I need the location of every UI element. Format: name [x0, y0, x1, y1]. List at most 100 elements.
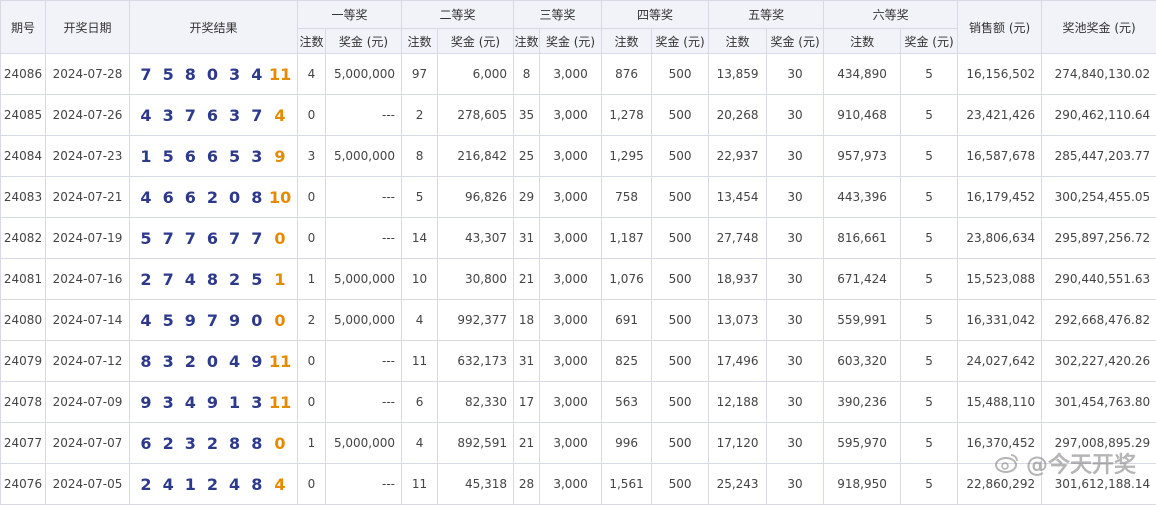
sales-cell: 16,331,042	[958, 300, 1042, 341]
prize1-amount: 5,000,000	[326, 136, 402, 177]
prize4-count: 691	[602, 300, 652, 341]
prize3-amount: 3,000	[540, 218, 602, 259]
result-number: 3	[225, 65, 245, 84]
result-number: 5	[158, 65, 178, 84]
header-pool: 奖池奖金 (元)	[1042, 1, 1156, 54]
prize2-amount: 30,800	[438, 259, 514, 300]
result-number: 6	[202, 229, 222, 248]
result-number: 8	[247, 475, 267, 494]
prize6-amount: 5	[901, 341, 958, 382]
prize1-count: 2	[298, 300, 326, 341]
result-number: 4	[136, 188, 156, 207]
special-number: 0	[269, 434, 291, 453]
prize4-amount: 500	[652, 300, 709, 341]
result-number: 8	[180, 65, 200, 84]
header-count: 注数	[402, 29, 438, 54]
prize5-amount: 30	[767, 95, 824, 136]
result-number: 5	[158, 147, 178, 166]
header-prize6: 六等奖	[824, 1, 958, 29]
date-cell: 2024-07-14	[46, 300, 130, 341]
result-number: 2	[158, 434, 178, 453]
result-number: 4	[180, 393, 200, 412]
result-number: 0	[247, 311, 267, 330]
pool-cell: 285,447,203.77	[1042, 136, 1156, 177]
result-number: 2	[202, 475, 222, 494]
prize5-amount: 30	[767, 218, 824, 259]
prize6-amount: 5	[901, 423, 958, 464]
table-row: 240802024-07-14459790025,000,0004992,377…	[1, 300, 1156, 341]
prize5-count: 12,188	[709, 382, 767, 423]
header-prize4: 四等奖	[602, 1, 709, 29]
prize5-amount: 30	[767, 54, 824, 95]
prize3-amount: 3,000	[540, 136, 602, 177]
result-number: 1	[225, 393, 245, 412]
result-number: 4	[158, 475, 178, 494]
table-row: 240852024-07-2643763740---2278,605353,00…	[1, 95, 1156, 136]
special-number: 1	[269, 270, 291, 289]
prize1-amount: 5,000,000	[326, 54, 402, 95]
prize2-amount: 6,000	[438, 54, 514, 95]
issue-cell: 24084	[1, 136, 46, 177]
prize2-amount: 278,605	[438, 95, 514, 136]
prize6-amount: 5	[901, 136, 958, 177]
result-number: 8	[247, 434, 267, 453]
result-number: 5	[158, 311, 178, 330]
special-number: 4	[269, 475, 291, 494]
prize4-count: 1,187	[602, 218, 652, 259]
date-cell: 2024-07-05	[46, 464, 130, 505]
sales-cell: 23,421,426	[958, 95, 1042, 136]
prize6-amount: 5	[901, 382, 958, 423]
date-cell: 2024-07-23	[46, 136, 130, 177]
result-number: 2	[136, 475, 156, 494]
date-cell: 2024-07-28	[46, 54, 130, 95]
prize1-amount: ---	[326, 218, 402, 259]
result-number: 8	[247, 188, 267, 207]
prize2-amount: 892,591	[438, 423, 514, 464]
date-cell: 2024-07-12	[46, 341, 130, 382]
prize2-count: 4	[402, 423, 438, 464]
result-number: 0	[225, 188, 245, 207]
result-cell: 5776770	[130, 218, 298, 259]
header-count: 注数	[298, 29, 326, 54]
prize5-count: 27,748	[709, 218, 767, 259]
table-row: 240772024-07-07623288015,000,0004892,591…	[1, 423, 1156, 464]
header-count: 注数	[514, 29, 540, 54]
header-amount: 奖金 (元)	[767, 29, 824, 54]
header-date: 开奖日期	[46, 1, 130, 54]
prize3-count: 18	[514, 300, 540, 341]
issue-cell: 24076	[1, 464, 46, 505]
special-number: 11	[269, 393, 291, 412]
issue-cell: 24086	[1, 54, 46, 95]
result-number: 3	[247, 147, 267, 166]
table-row: 240842024-07-23156653935,000,0008216,842…	[1, 136, 1156, 177]
result-number: 6	[158, 188, 178, 207]
date-cell: 2024-07-19	[46, 218, 130, 259]
header-amount: 奖金 (元)	[540, 29, 602, 54]
prize4-amount: 500	[652, 259, 709, 300]
result-number: 3	[158, 352, 178, 371]
prize6-count: 603,320	[824, 341, 901, 382]
prize4-amount: 500	[652, 136, 709, 177]
prize1-count: 0	[298, 382, 326, 423]
special-number: 11	[269, 65, 291, 84]
prize5-count: 17,496	[709, 341, 767, 382]
prize2-count: 5	[402, 177, 438, 218]
header-prize2: 二等奖	[402, 1, 514, 29]
prize4-amount: 500	[652, 423, 709, 464]
special-number: 0	[269, 229, 291, 248]
result-number: 8	[225, 434, 245, 453]
prize3-amount: 3,000	[540, 382, 602, 423]
prize1-amount: ---	[326, 177, 402, 218]
prize6-amount: 5	[901, 300, 958, 341]
result-number: 5	[225, 147, 245, 166]
result-number: 1	[180, 475, 200, 494]
result-cell: 93491311	[130, 382, 298, 423]
sales-cell: 16,370,452	[958, 423, 1042, 464]
result-number: 8	[136, 352, 156, 371]
table-row: 240822024-07-1957767700---1443,307313,00…	[1, 218, 1156, 259]
header-count: 注数	[602, 29, 652, 54]
result-cell: 2412484	[130, 464, 298, 505]
prize3-amount: 3,000	[540, 95, 602, 136]
prize6-amount: 5	[901, 54, 958, 95]
prize1-count: 1	[298, 423, 326, 464]
